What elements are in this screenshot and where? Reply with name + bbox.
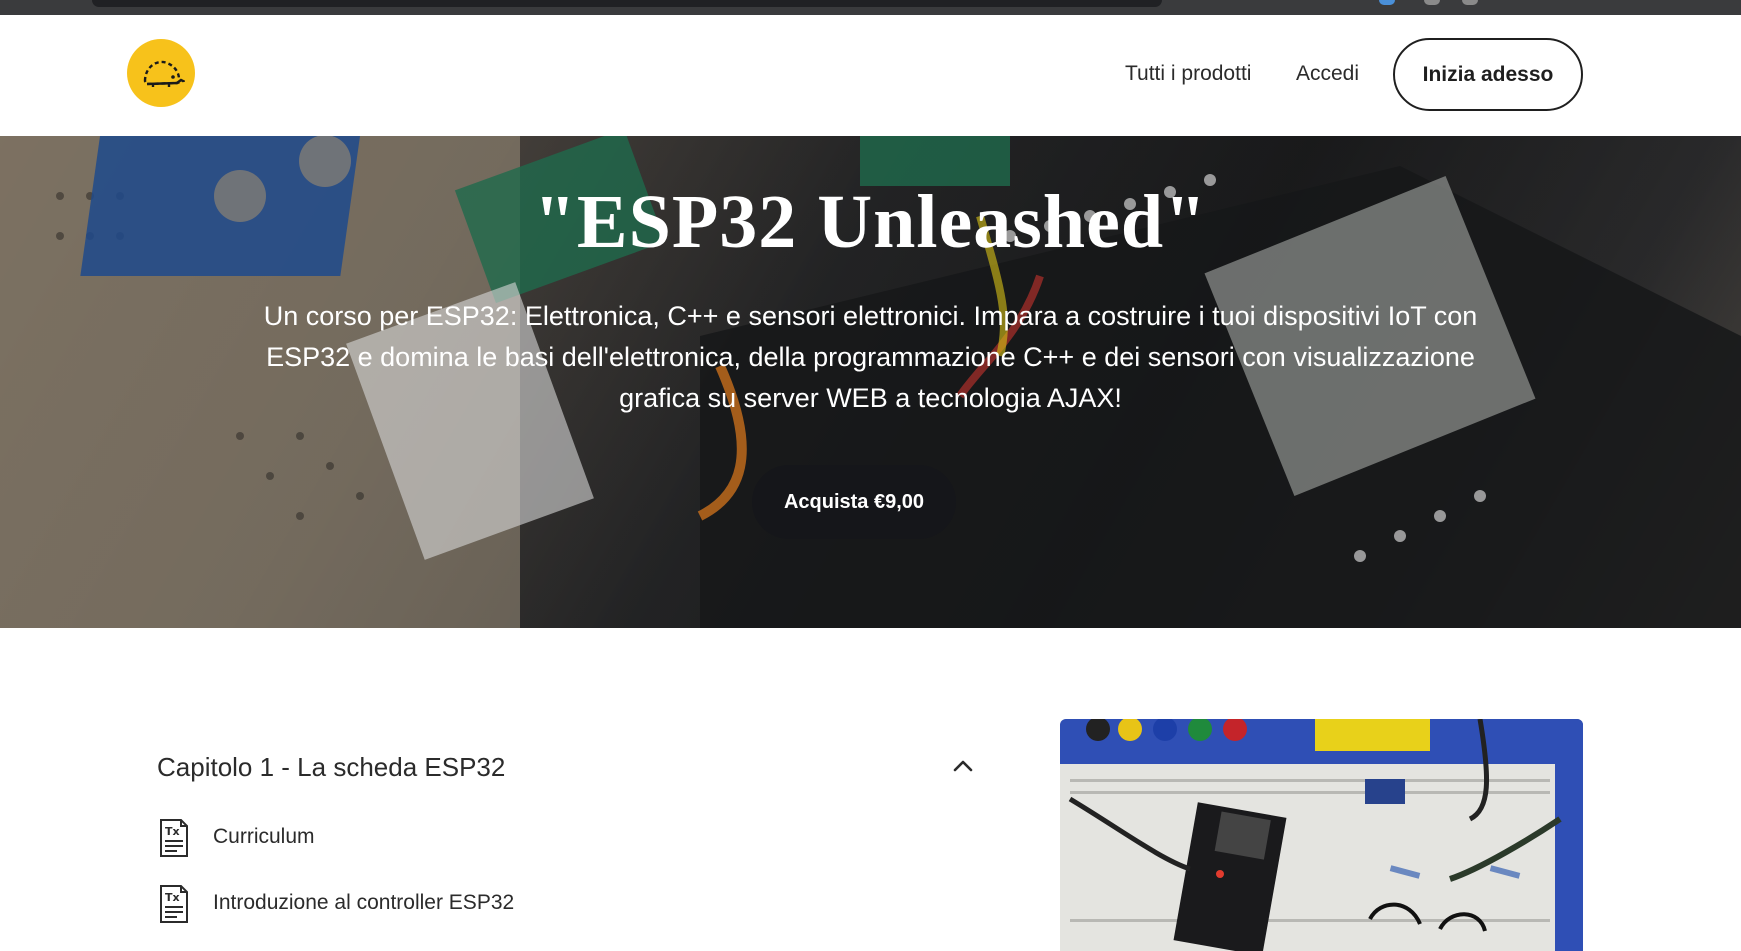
extension-icon[interactable] bbox=[1379, 0, 1395, 5]
breadboard-photo bbox=[1060, 719, 1583, 951]
hero-title: "ESP32 Unleashed" bbox=[533, 180, 1208, 264]
buy-button[interactable]: Acquista €9,00 bbox=[752, 465, 956, 539]
nav-all-products-link[interactable]: Tutti i prodotti bbox=[1125, 62, 1251, 86]
menu-icon[interactable] bbox=[1462, 0, 1478, 5]
svg-text:Tx: Tx bbox=[165, 891, 180, 904]
site-logo[interactable] bbox=[127, 39, 195, 107]
profile-icon[interactable] bbox=[1424, 0, 1440, 5]
hero-banner: "ESP32 Unleashed" Un corso per ESP32: El… bbox=[0, 136, 1741, 628]
chapter-title[interactable]: Capitolo 1 - La scheda ESP32 bbox=[157, 752, 505, 783]
lesson-label: Curriculum bbox=[213, 825, 315, 848]
chevron-up-icon[interactable] bbox=[951, 756, 975, 776]
text-document-icon: Tx bbox=[160, 819, 188, 857]
browser-address-bar[interactable] bbox=[92, 0, 1162, 7]
hedgehog-logo-icon bbox=[143, 60, 185, 87]
nav-login-link[interactable]: Accedi bbox=[1296, 62, 1359, 86]
site-header: Tutti i prodotti Accedi Inizia adesso bbox=[0, 15, 1741, 136]
text-document-icon: Tx bbox=[160, 885, 188, 923]
lesson-label: Introduzione al controller ESP32 bbox=[213, 891, 515, 914]
browser-toolbar bbox=[0, 0, 1741, 15]
get-started-button[interactable]: Inizia adesso bbox=[1393, 38, 1583, 111]
lesson-item[interactable]: Tx Introduzione al controller ESP32 bbox=[157, 884, 957, 928]
hero-description: Un corso per ESP32: Elettronica, C++ e s… bbox=[263, 301, 1478, 413]
svg-text:Tx: Tx bbox=[165, 825, 180, 838]
lesson-item[interactable]: Tx Curriculum bbox=[157, 818, 957, 862]
course-product-image bbox=[1060, 719, 1583, 951]
